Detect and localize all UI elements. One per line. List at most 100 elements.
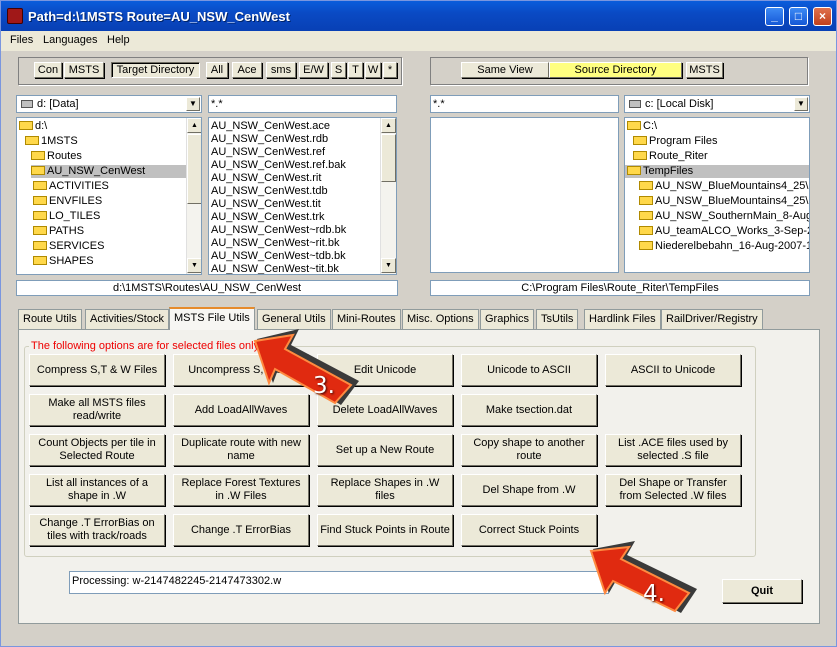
minimize-button[interactable]: _ xyxy=(765,7,784,26)
right-folder-list[interactable]: C:\ Program Files Route_Riter TempFiles … xyxy=(624,117,810,273)
chevron-down-icon[interactable]: ▼ xyxy=(794,97,808,111)
replace-forest-textures-button[interactable]: Replace Forest Textures in .W Files xyxy=(173,474,309,506)
filter-s-button[interactable]: S xyxy=(331,62,346,78)
scroll-thumb[interactable] xyxy=(187,134,201,204)
scroll-down-icon[interactable]: ▼ xyxy=(187,258,201,273)
right-file-list[interactable] xyxy=(430,117,619,273)
tab-msts-file-utils[interactable]: MSTS File Utils xyxy=(169,307,255,330)
copy-shape-button[interactable]: Copy shape to another route xyxy=(461,434,597,466)
tab-misc-options[interactable]: Misc. Options xyxy=(402,309,479,329)
chevron-down-icon[interactable]: ▼ xyxy=(186,97,200,111)
scroll-thumb[interactable] xyxy=(381,134,396,182)
correct-stuck-points-button[interactable]: Correct Stuck Points xyxy=(461,514,597,546)
new-route-button[interactable]: Set up a New Route xyxy=(317,434,453,466)
filter-sms-button[interactable]: sms xyxy=(266,62,296,78)
list-item[interactable]: AU_NSW_SouthernMain_8-Aug xyxy=(639,210,809,223)
folder-icon xyxy=(639,181,653,190)
list-ace-files-button[interactable]: List .ACE files used by selected .S file xyxy=(605,434,741,466)
target-directory-button[interactable]: Target Directory xyxy=(111,62,200,78)
change-errorbias-tracks-button[interactable]: Change .T ErrorBias on tiles with track/… xyxy=(29,514,165,546)
left-drive-select[interactable]: d: [Data] ▼ xyxy=(16,95,202,113)
del-shape-button[interactable]: Del Shape from .W xyxy=(461,474,597,506)
right-drive-select[interactable]: c: [Local Disk] ▼ xyxy=(624,95,810,113)
list-item[interactable]: AU_NSW_CenWest~tdb.bk xyxy=(211,250,346,263)
left-folder-list[interactable]: d:\ 1MSTS Routes AU_NSW_CenWest ACTIVITI… xyxy=(16,117,202,275)
tab-tsutils[interactable]: TsUtils xyxy=(536,309,579,329)
count-objects-button[interactable]: Count Objects per tile in Selected Route xyxy=(29,434,165,466)
list-item[interactable]: ACTIVITIES xyxy=(33,180,109,193)
list-item[interactable]: AU_NSW_CenWest.tit xyxy=(211,198,321,211)
filter-all-button[interactable]: All xyxy=(206,62,228,78)
list-item[interactable]: LO_TILES xyxy=(33,210,100,223)
list-item[interactable]: SERVICES xyxy=(33,240,104,253)
filter-ew-button[interactable]: E/W xyxy=(299,62,328,78)
del-transfer-shape-button[interactable]: Del Shape or Transfer from Selected .W f… xyxy=(605,474,741,506)
list-item[interactable]: SHAPES xyxy=(33,255,94,268)
msts-source-button[interactable]: MSTS xyxy=(686,62,723,78)
scroll-up-icon[interactable]: ▲ xyxy=(381,118,396,133)
list-item[interactable]: Route_Riter xyxy=(633,150,708,163)
quit-button[interactable]: Quit xyxy=(722,579,802,603)
list-item-selected[interactable]: AU_NSW_CenWest xyxy=(31,165,187,178)
list-item[interactable]: AU_NSW_CenWest.rdb xyxy=(211,133,328,146)
menu-help[interactable]: Help xyxy=(107,34,130,46)
duplicate-route-button[interactable]: Duplicate route with new name xyxy=(173,434,309,466)
list-item[interactable]: AU_NSW_CenWest~rit.bk xyxy=(211,237,339,250)
make-read-write-button[interactable]: Make all MSTS files read/write xyxy=(29,394,165,426)
filter-ace-button[interactable]: Ace xyxy=(232,62,262,78)
maximize-button[interactable]: □ xyxy=(789,7,808,26)
left-folder-scrollbar[interactable]: ▲ ▼ xyxy=(186,118,201,274)
list-item[interactable]: PATHS xyxy=(33,225,84,238)
list-item[interactable]: Program Files xyxy=(633,135,717,148)
list-item[interactable]: AU_NSW_BlueMountains4_25\ xyxy=(639,180,808,193)
source-directory-button[interactable]: Source Directory xyxy=(549,62,682,78)
list-item[interactable]: Routes xyxy=(31,150,82,163)
menu-languages[interactable]: Languages xyxy=(43,34,97,46)
con-button[interactable]: Con xyxy=(34,62,62,78)
tab-raildriver-registry[interactable]: RailDriver/Registry xyxy=(661,309,763,329)
filter-t-button[interactable]: T xyxy=(348,62,363,78)
make-tsection-button[interactable]: Make tsection.dat xyxy=(461,394,597,426)
list-item[interactable]: AU_NSW_CenWest~tit.bk xyxy=(211,263,339,274)
tab-activities-stock[interactable]: Activities/Stock xyxy=(85,309,169,329)
same-view-button[interactable]: Same View xyxy=(461,62,549,78)
right-filter-input[interactable]: *.* xyxy=(430,95,619,113)
ascii-to-unicode-button[interactable]: ASCII to Unicode xyxy=(605,354,741,386)
replace-shapes-button[interactable]: Replace Shapes in .W files xyxy=(317,474,453,506)
filter-star-button[interactable]: * xyxy=(383,62,397,78)
list-shape-instances-button[interactable]: List all instances of a shape in .W xyxy=(29,474,165,506)
close-button[interactable]: × xyxy=(813,7,832,26)
list-item[interactable]: AU_NSW_CenWest.ref xyxy=(211,146,325,159)
list-item[interactable]: AU_NSW_CenWest.ref.bak xyxy=(211,159,346,172)
list-item[interactable]: Niederelbebahn_16-Aug-2007-1 xyxy=(639,240,809,253)
list-item[interactable]: AU_NSW_CenWest.rit xyxy=(211,172,321,185)
list-item[interactable]: 1MSTS xyxy=(25,135,78,148)
find-stuck-points-button[interactable]: Find Stuck Points in Route xyxy=(317,514,453,546)
list-item[interactable]: AU_NSW_CenWest~rdb.bk xyxy=(211,224,346,237)
list-item[interactable]: AU_NSW_CenWest.ace xyxy=(211,120,330,133)
tab-hardlink-files[interactable]: Hardlink Files xyxy=(584,309,661,329)
list-item[interactable]: AU_NSW_CenWest.trk xyxy=(211,211,325,224)
scroll-down-icon[interactable]: ▼ xyxy=(381,258,396,273)
msts-button[interactable]: MSTS xyxy=(64,62,104,78)
list-item[interactable]: AU_NSW_BlueMountains4_25\ xyxy=(639,195,808,208)
folder-icon xyxy=(33,256,47,265)
list-item[interactable]: d:\ xyxy=(19,120,47,133)
list-item[interactable]: AU_teamALCO_Works_3-Sep-2 xyxy=(639,225,809,238)
filter-w-button[interactable]: W xyxy=(365,62,381,78)
list-item[interactable]: C:\ xyxy=(627,120,657,133)
compress-stw-button[interactable]: Compress S,T & W Files xyxy=(29,354,165,386)
left-file-list[interactable]: AU_NSW_CenWest.ace AU_NSW_CenWest.rdb AU… xyxy=(208,117,397,275)
change-errorbias-button[interactable]: Change .T ErrorBias xyxy=(173,514,309,546)
menu-files[interactable]: Files xyxy=(10,34,33,46)
unicode-to-ascii-button[interactable]: Unicode to ASCII xyxy=(461,354,597,386)
folder-icon xyxy=(639,226,653,235)
scroll-up-icon[interactable]: ▲ xyxy=(187,118,201,133)
list-item[interactable]: AU_NSW_CenWest.tdb xyxy=(211,185,328,198)
tab-graphics[interactable]: Graphics xyxy=(480,309,535,329)
list-item-selected[interactable]: TempFiles xyxy=(625,165,809,178)
left-filter-input[interactable]: *.* xyxy=(208,95,397,113)
left-file-scrollbar[interactable]: ▲ ▼ xyxy=(380,118,396,274)
tab-route-utils[interactable]: Route Utils xyxy=(18,309,82,329)
list-item[interactable]: ENVFILES xyxy=(33,195,102,208)
